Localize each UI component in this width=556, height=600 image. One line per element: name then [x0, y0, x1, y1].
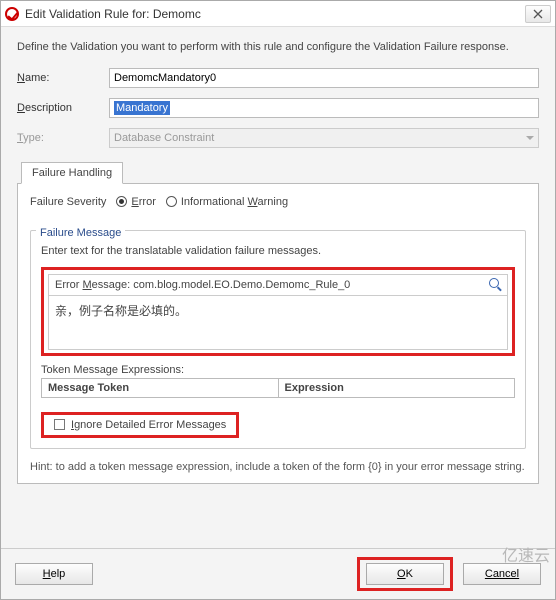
- window-title: Edit Validation Rule for: Demomc: [25, 7, 525, 21]
- radio-icon: [116, 196, 127, 207]
- bottom-hint: Hint: to add a token message expression,…: [30, 459, 526, 476]
- token-col-message: Message Token: [42, 379, 279, 397]
- failure-message-legend: Failure Message: [36, 227, 125, 239]
- tab-panel: Failure Severity Error Informational War…: [17, 183, 539, 485]
- app-icon: [5, 7, 19, 21]
- chevron-down-icon: [526, 136, 534, 140]
- description-input[interactable]: Mandatory: [109, 98, 539, 118]
- ignore-detailed-highlight: Ignore Detailed Error Messages: [41, 412, 239, 438]
- error-message-key: com.blog.model.EO.Demo.Demomc_Rule_0: [133, 279, 350, 291]
- error-message-textarea[interactable]: 亲，例子名称是必填的。: [48, 296, 508, 350]
- failure-severity-row: Failure Severity Error Informational War…: [30, 196, 526, 208]
- dialog-content: Define the Validation you want to perfor…: [1, 27, 555, 548]
- search-icon[interactable]: [489, 278, 503, 292]
- failure-message-hint: Enter text for the translatable validati…: [41, 245, 515, 257]
- radio-icon: [166, 196, 177, 207]
- failure-message-fieldset: Enter text for the translatable validati…: [30, 230, 526, 449]
- intro-text: Define the Validation you want to perfor…: [17, 39, 539, 56]
- titlebar: Edit Validation Rule for: Demomc: [1, 1, 555, 27]
- dialog-window: Edit Validation Rule for: Demomc Define …: [0, 0, 556, 600]
- help-button[interactable]: Help: [15, 563, 93, 585]
- radio-error[interactable]: Error: [116, 196, 155, 208]
- error-message-highlight: Error Message: com.blog.model.EO.Demo.De…: [41, 267, 515, 356]
- type-dropdown: Database Constraint: [109, 128, 539, 148]
- severity-label: Failure Severity: [30, 196, 106, 208]
- tabs: Failure Handling Failure Severity Error …: [17, 162, 539, 485]
- token-col-expression: Expression: [279, 379, 515, 397]
- tab-failure-handling[interactable]: Failure Handling: [21, 162, 123, 184]
- type-value: Database Constraint: [114, 132, 214, 144]
- name-label: Name:: [17, 72, 109, 84]
- button-bar: Help OK Cancel: [1, 548, 555, 599]
- name-input[interactable]: [109, 68, 539, 88]
- ok-highlight: OK: [357, 557, 453, 591]
- token-expressions-label: Token Message Expressions:: [41, 364, 515, 376]
- type-label: Type:: [17, 132, 109, 144]
- ignore-label: Ignore Detailed Error Messages: [71, 419, 226, 431]
- cancel-button[interactable]: Cancel: [463, 563, 541, 585]
- error-message-header: Error Message: com.blog.model.EO.Demo.De…: [48, 274, 508, 296]
- description-label: Description: [17, 102, 109, 114]
- ignore-checkbox[interactable]: [54, 419, 65, 430]
- radio-warning[interactable]: Informational Warning: [166, 196, 288, 208]
- ok-button[interactable]: OK: [366, 563, 444, 585]
- description-value: Mandatory: [114, 101, 170, 115]
- token-expressions-table: Message Token Expression: [41, 378, 515, 398]
- close-icon[interactable]: [525, 5, 551, 23]
